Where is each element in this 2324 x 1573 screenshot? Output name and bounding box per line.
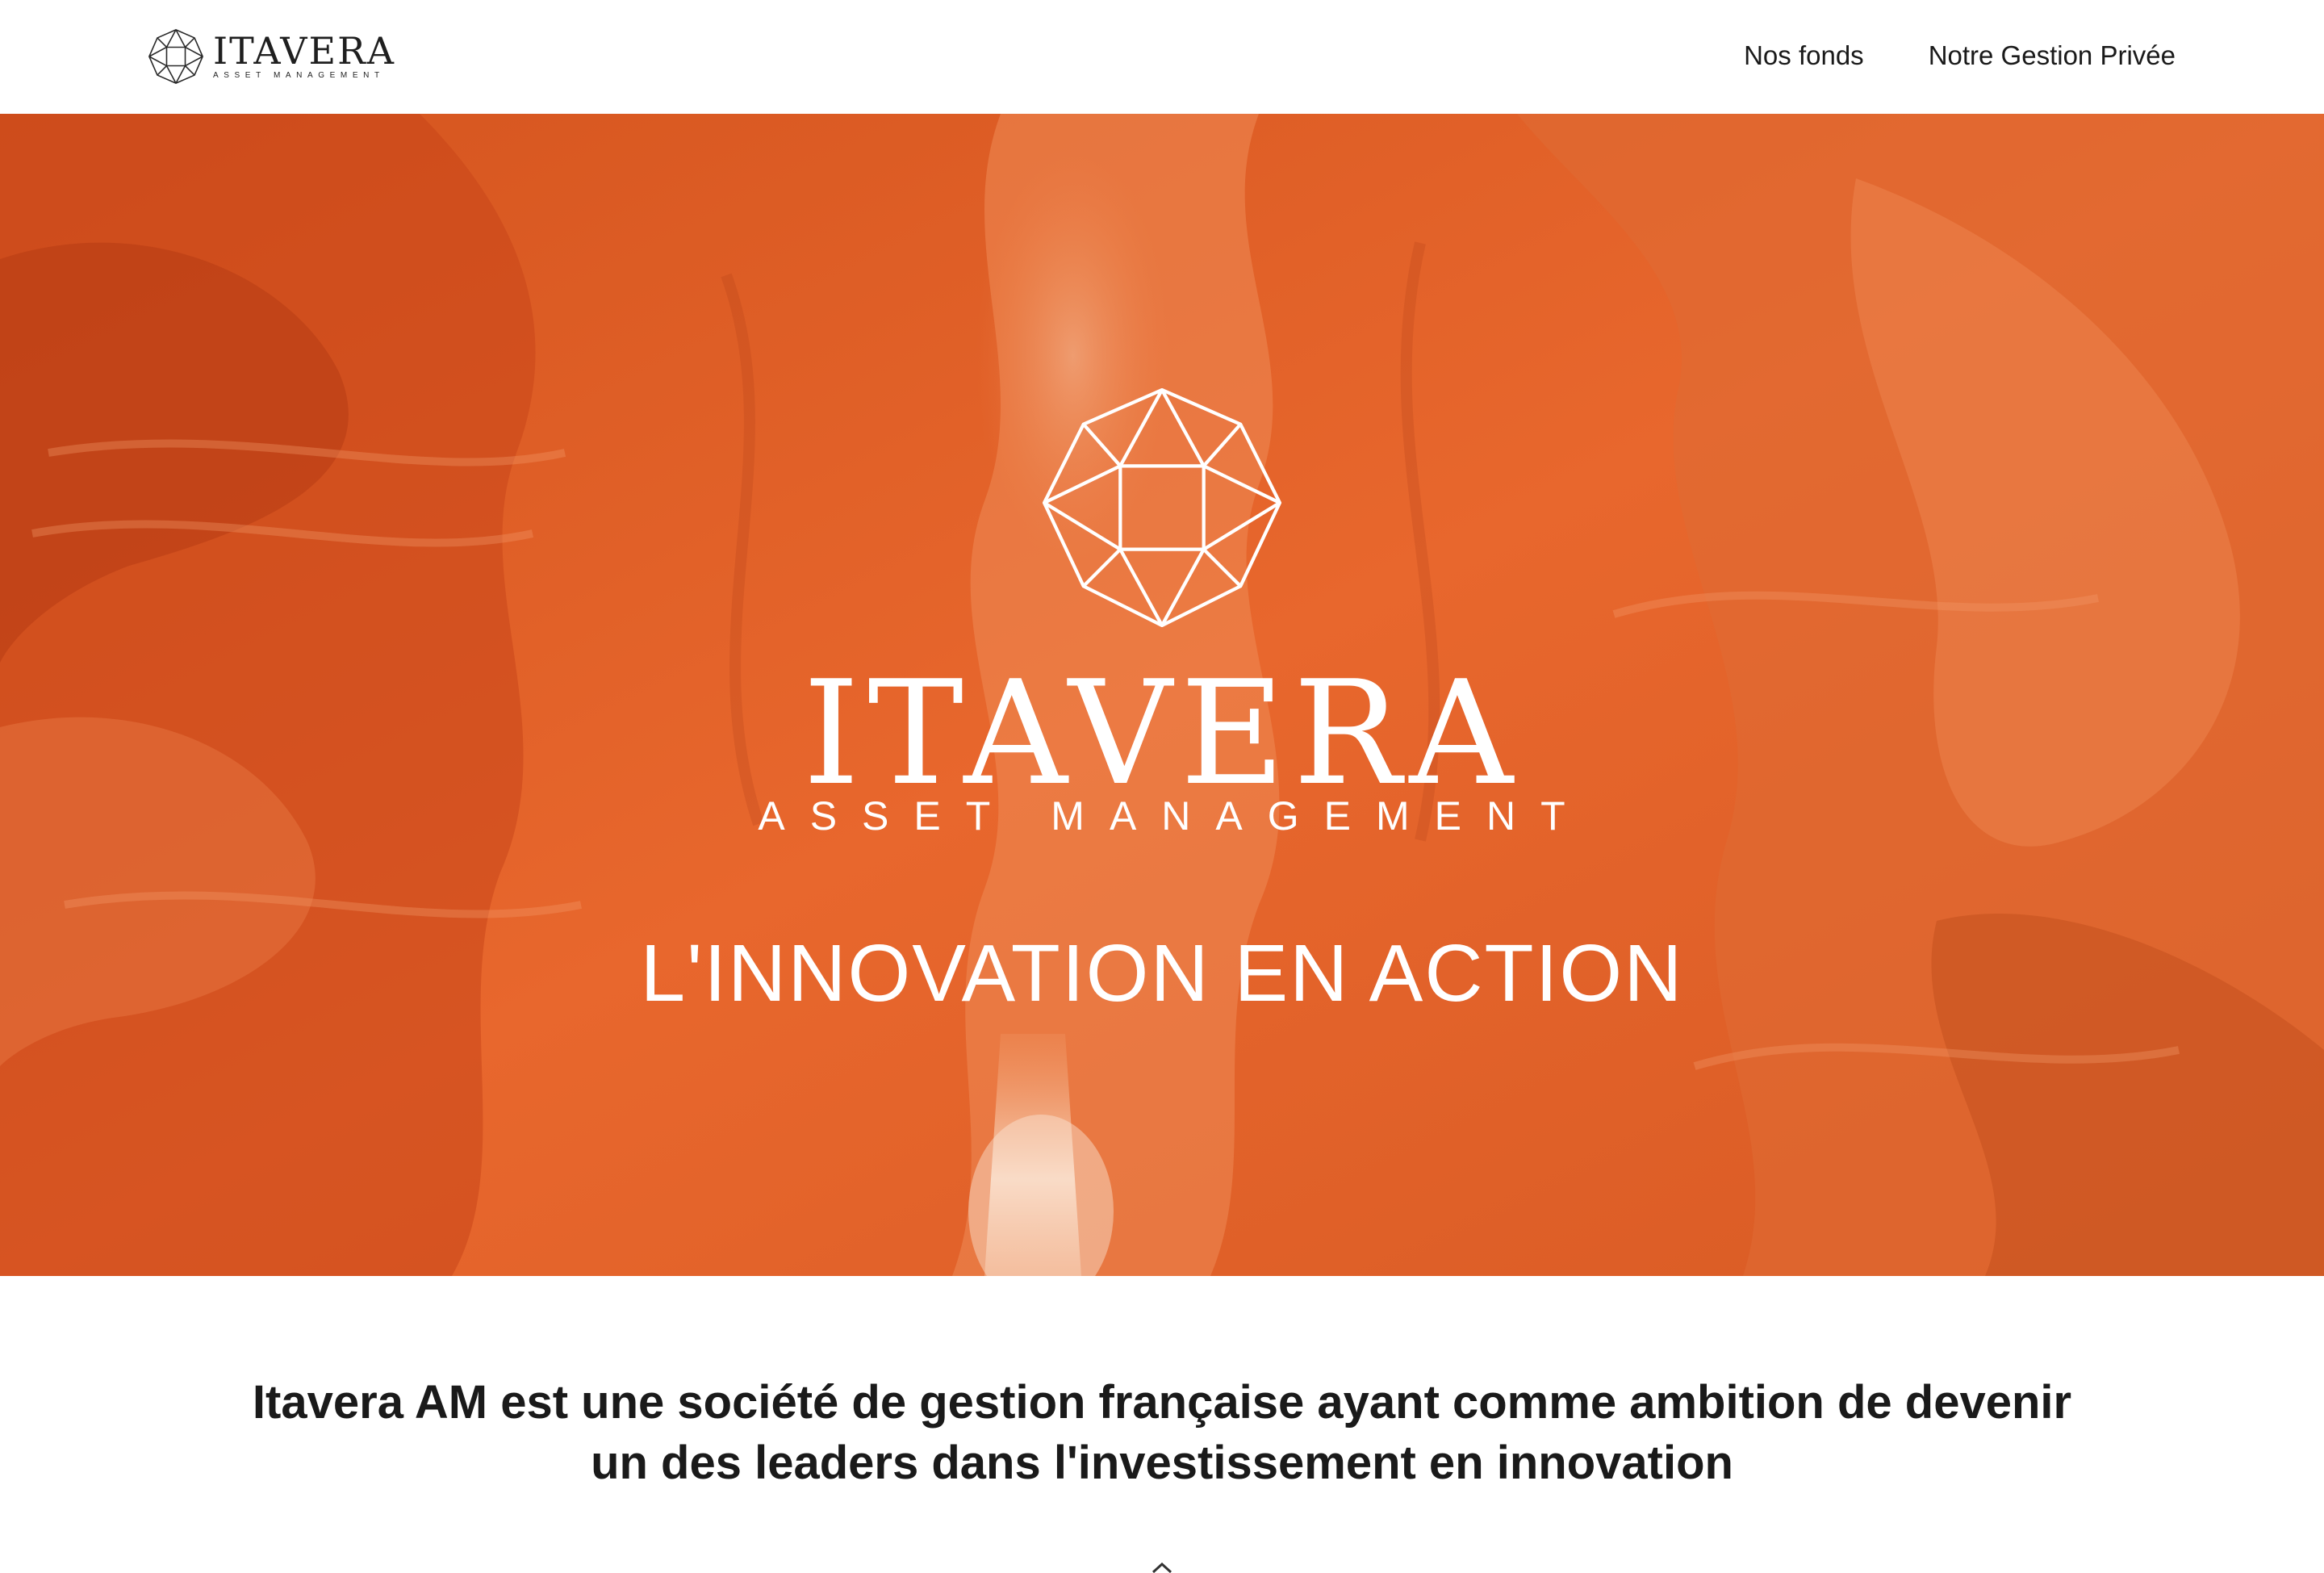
gem-icon [148, 29, 203, 84]
hero-title: ITAVERA [802, 650, 1522, 817]
page: ITAVERA ASSET MANAGEMENT Nos fonds Notre… [0, 0, 2324, 1573]
chevron-up-icon[interactable] [1150, 1563, 1174, 1573]
logo-subtitle: ASSET MANAGEMENT [213, 71, 385, 80]
site-logo[interactable]: ITAVERA ASSET MANAGEMENT [147, 26, 395, 87]
logo-wordmark: ITAVERA [213, 29, 395, 73]
main-nav: Nos fonds Notre Gestion Privée [1679, 36, 2176, 76]
intro-text: Itavera AM est une société de gestion fr… [252, 1376, 2072, 1489]
hero-tagline: L'INNOVATION EN ACTION [640, 928, 1684, 1019]
hero-banner: ITAVERA ASSET MANAGEMENT L'INNOVATION EN… [0, 114, 2324, 1276]
nav-link-gestion-privee[interactable]: Notre Gestion Privée [1929, 36, 2176, 76]
nav-link-nos-fonds[interactable]: Nos fonds [1744, 36, 1864, 76]
site-header: ITAVERA ASSET MANAGEMENT Nos fonds Notre… [0, 0, 2324, 114]
hero-subtitle: ASSET MANAGEMENT [758, 793, 1590, 839]
logo-text: ITAVERA ASSET MANAGEMENT [213, 32, 395, 81]
gem-icon [1042, 387, 1282, 628]
